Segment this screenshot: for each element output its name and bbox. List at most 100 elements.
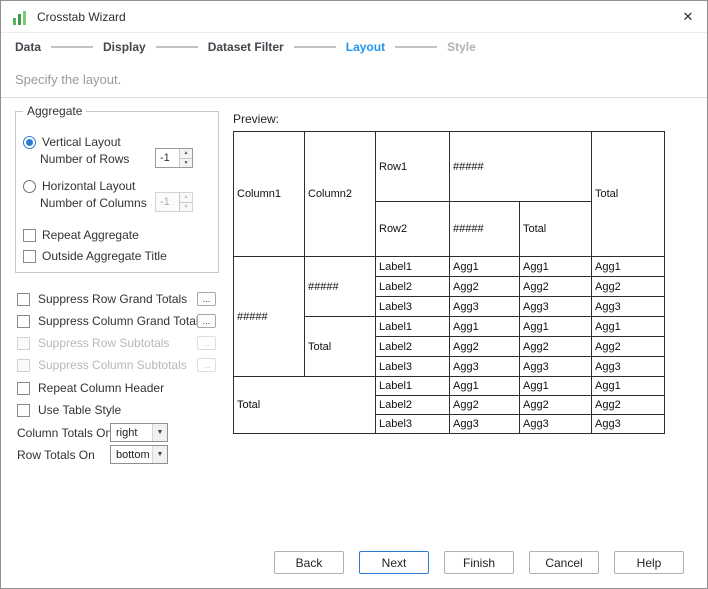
repeat-column-header-checkbox[interactable]	[17, 381, 30, 395]
title-bar: Crosstab Wizard ✕	[1, 1, 707, 33]
suppress-row-subtotals-more-button: ...	[197, 336, 216, 350]
footer-buttons: Back Next Finish Cancel Help	[1, 551, 707, 574]
preview-cell: Agg2	[591, 395, 665, 415]
preview-cell: Row1	[375, 131, 450, 202]
vertical-layout-label: Vertical Layout	[42, 135, 121, 149]
preview-cell: Column1	[233, 131, 305, 257]
cancel-button[interactable]: Cancel	[529, 551, 599, 574]
step-data[interactable]: Data	[15, 40, 41, 54]
stepper-buttons: ▲ ▼	[179, 193, 192, 211]
preview-cell: Agg3	[449, 414, 520, 434]
outside-aggregate-title-label: Outside Aggregate Title	[42, 249, 167, 263]
repeat-aggregate-option[interactable]: Repeat Aggregate	[23, 228, 139, 242]
preview-cell: Agg1	[591, 376, 665, 396]
column-totals-on-select[interactable]: right ▼	[110, 423, 168, 442]
preview-cell: Agg2	[591, 276, 665, 297]
suppress-row-subtotals-option: Suppress Row Subtotals	[17, 335, 169, 351]
horizontal-layout-radio[interactable]	[23, 179, 36, 193]
outside-aggregate-title-checkbox[interactable]	[23, 249, 36, 263]
window-title: Crosstab Wizard	[37, 9, 126, 24]
row-totals-on-select[interactable]: bottom ▼	[110, 445, 168, 464]
back-button[interactable]: Back	[274, 551, 344, 574]
preview-cell: Label1	[375, 316, 450, 337]
aggregate-group-label: Aggregate	[23, 104, 87, 118]
number-of-rows-input[interactable]: -1	[156, 149, 179, 167]
suppress-row-grand-totals-more-button[interactable]: ...	[197, 292, 216, 306]
use-table-style-label: Use Table Style	[38, 403, 122, 417]
suppress-column-grand-totals-more-button[interactable]: ...	[197, 314, 216, 328]
preview-cell: Agg1	[449, 256, 520, 277]
step-layout[interactable]: Layout	[346, 40, 385, 54]
step-display[interactable]: Display	[103, 40, 146, 54]
help-button[interactable]: Help	[614, 551, 684, 574]
preview-cell: Agg3	[519, 356, 592, 377]
preview-cell: Agg1	[449, 376, 520, 396]
preview-cell: Agg2	[519, 395, 592, 415]
preview-cell: Label3	[375, 296, 450, 317]
preview-cell: Agg3	[519, 414, 592, 434]
preview-cell: Label2	[375, 395, 450, 415]
outside-aggregate-title-option[interactable]: Outside Aggregate Title	[23, 249, 167, 263]
preview-cell: Agg2	[449, 276, 520, 297]
chevron-down-icon: ▼	[152, 424, 167, 441]
spinner-up-icon[interactable]: ▲	[180, 149, 192, 158]
number-of-rows-stepper[interactable]: -1 ▲ ▼	[155, 148, 193, 168]
suppress-column-grand-totals-label: Suppress Column Grand Totals	[38, 314, 205, 328]
preview-cell: Label3	[375, 414, 450, 434]
preview-label: Preview:	[233, 112, 280, 126]
suppress-column-subtotals-option: Suppress Column Subtotals	[17, 357, 187, 373]
preview-cell: Total	[304, 316, 376, 377]
preview-cell: Label2	[375, 336, 450, 357]
vertical-layout-option[interactable]: Vertical Layout	[23, 135, 121, 149]
suppress-row-grand-totals-checkbox[interactable]	[17, 292, 30, 306]
repeat-column-header-option[interactable]: Repeat Column Header	[17, 380, 164, 396]
preview-cell: Agg2	[519, 276, 592, 297]
chart-bars-icon	[13, 9, 29, 25]
preview-cell: Agg3	[591, 414, 665, 434]
horizontal-layout-option[interactable]: Horizontal Layout	[23, 179, 135, 193]
horizontal-layout-label: Horizontal Layout	[42, 179, 136, 193]
column-totals-on-label: Column Totals On	[17, 426, 113, 440]
suppress-column-subtotals-checkbox	[17, 358, 30, 372]
preview-cell: #####	[449, 201, 520, 257]
suppress-column-subtotals-label: Suppress Column Subtotals	[38, 358, 187, 372]
step-style: Style	[447, 40, 476, 54]
column-totals-on-value: right	[116, 426, 138, 439]
preview-cell: Agg2	[591, 336, 665, 357]
next-button[interactable]: Next	[359, 551, 429, 574]
use-table-style-checkbox[interactable]	[17, 403, 30, 417]
preview-cell: #####	[449, 131, 592, 202]
suppress-column-grand-totals-checkbox[interactable]	[17, 314, 30, 328]
number-of-columns-label: Number of Columns	[40, 196, 147, 210]
step-separator	[155, 46, 198, 48]
preview-cell: Agg2	[519, 336, 592, 357]
spinner-up-icon: ▲	[183, 194, 189, 201]
number-of-rows-label: Number of Rows	[40, 152, 130, 166]
repeat-aggregate-checkbox[interactable]	[23, 228, 36, 242]
suppress-row-grand-totals-option[interactable]: Suppress Row Grand Totals	[17, 291, 187, 307]
step-dataset-filter[interactable]: Dataset Filter	[208, 40, 284, 54]
preview-cell: Total	[233, 376, 376, 434]
close-icon[interactable]: ✕	[677, 7, 699, 27]
finish-button[interactable]: Finish	[444, 551, 514, 574]
number-of-rows-row: Number of Rows	[40, 152, 129, 166]
spinner-down-icon: ▼	[180, 201, 192, 212]
spinner-down-icon[interactable]: ▼	[180, 157, 192, 168]
preview-cell: Agg3	[449, 296, 520, 317]
page-subtitle: Specify the layout.	[1, 61, 707, 98]
suppress-row-grand-totals-label: Suppress Row Grand Totals	[38, 292, 188, 306]
step-separator	[51, 46, 94, 48]
preview-cell: Agg3	[591, 356, 665, 377]
preview-cell: Label1	[375, 376, 450, 396]
suppress-column-grand-totals-option[interactable]: Suppress Column Grand Totals	[17, 313, 205, 329]
preview-cell: Column2	[304, 131, 376, 257]
use-table-style-option[interactable]: Use Table Style	[17, 402, 121, 418]
preview-cell: Agg1	[449, 316, 520, 337]
preview-cell: Row2	[375, 201, 450, 257]
aggregate-group: Aggregate Vertical Layout Number of Rows…	[15, 104, 219, 273]
preview-cell: Agg1	[519, 316, 592, 337]
step-separator	[395, 46, 438, 48]
vertical-layout-radio[interactable]	[23, 135, 36, 149]
chevron-down-icon: ▼	[152, 446, 167, 463]
preview-cell: #####	[233, 256, 305, 377]
